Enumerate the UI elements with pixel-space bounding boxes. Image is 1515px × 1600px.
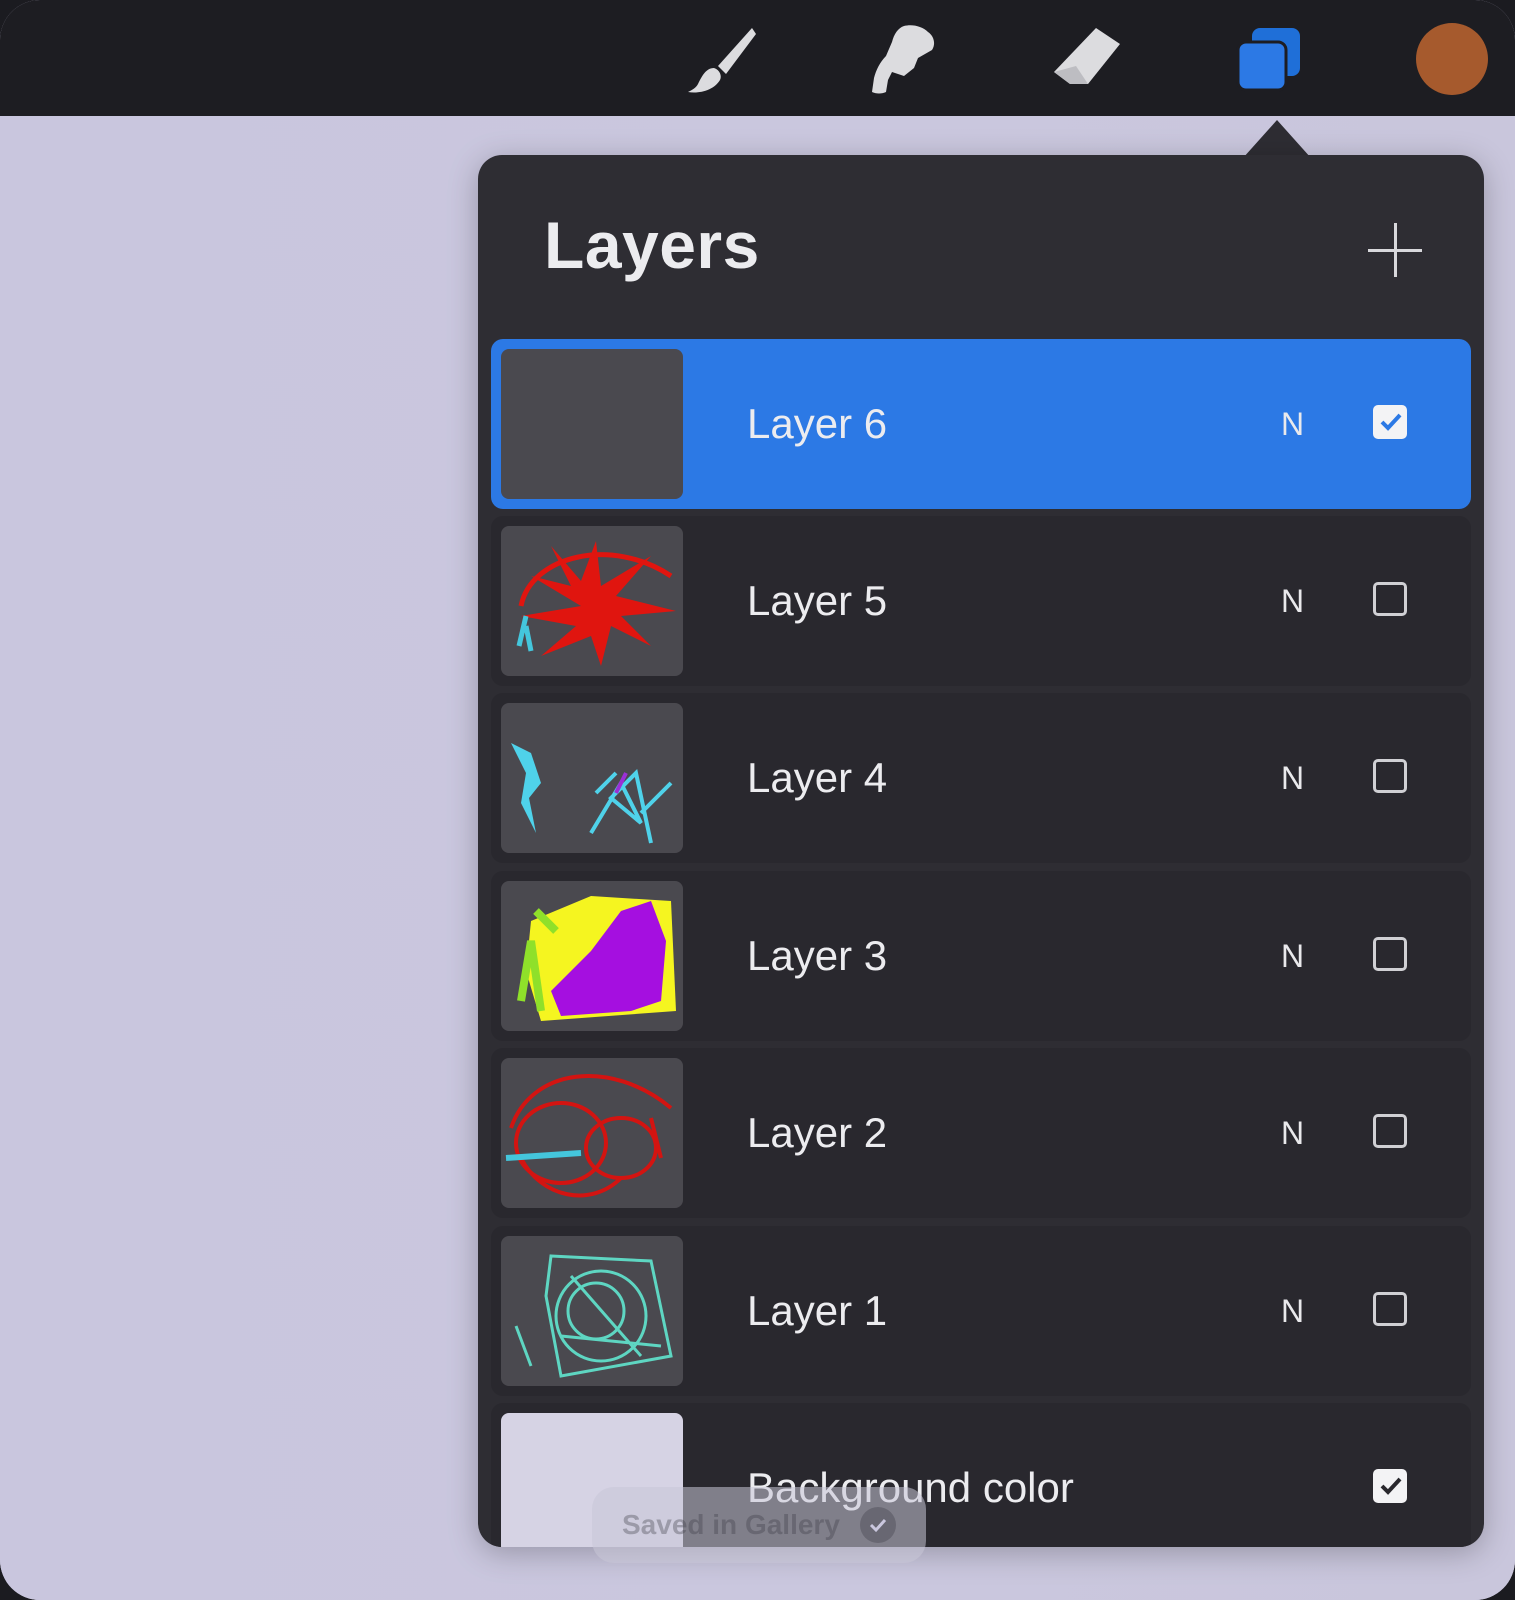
procreate-screen: Layers Layer 6 N Layer 5 N Layer 4 N Lay…	[0, 0, 1515, 1600]
layer-thumbnail	[501, 703, 683, 853]
layer-thumbnail	[501, 1058, 683, 1208]
eraser-icon	[1054, 28, 1120, 84]
layer-name: Layer 5	[747, 577, 888, 624]
layer-row-1[interactable]: Layer 1 N	[491, 1226, 1471, 1396]
layer-name: Layer 3	[747, 932, 888, 979]
background-visibility-checkbox[interactable]	[1373, 1469, 1407, 1503]
layer-thumbnail	[501, 526, 683, 676]
layers-panel: Layers Layer 6 N Layer 5 N Layer 4 N Lay…	[478, 155, 1484, 1547]
layer-row-3[interactable]: Layer 3 N	[491, 871, 1471, 1041]
layer-visibility-checkbox[interactable]	[1373, 937, 1407, 971]
panel-title: Layers	[544, 208, 760, 282]
layers-tool-button[interactable]	[1230, 22, 1306, 98]
blend-mode-button[interactable]: N	[1281, 339, 1304, 509]
layer-name: Layer 4	[747, 754, 888, 801]
cyan-strokes-thumbnail	[511, 743, 673, 844]
add-layer-button[interactable]	[1358, 213, 1432, 287]
brush-tool-button[interactable]	[684, 22, 760, 98]
layer-name: Layer 6	[747, 400, 888, 447]
saved-toast: Saved in Gallery	[592, 1487, 926, 1563]
layer-name: Layer 2	[747, 1109, 888, 1156]
red-loops-thumbnail	[505, 1074, 673, 1198]
layer-thumbnail	[501, 1236, 683, 1386]
layer-visibility-checkbox[interactable]	[1373, 1114, 1407, 1148]
layer-row-4[interactable]: Layer 4 N	[491, 693, 1471, 863]
blend-mode-button[interactable]: N	[1281, 516, 1304, 686]
eraser-tool-button[interactable]	[1048, 22, 1124, 98]
layer-visibility-checkbox[interactable]	[1373, 1292, 1407, 1326]
toast-text: Saved in Gallery	[622, 1509, 840, 1540]
popover-arrow	[1243, 120, 1311, 158]
layers-icon	[1236, 28, 1300, 92]
check-circle-icon	[859, 1507, 896, 1543]
top-toolbar	[0, 0, 1515, 116]
blend-mode-button[interactable]: N	[1281, 693, 1304, 863]
layer-row-5[interactable]: Layer 5 N	[491, 516, 1471, 686]
layer-thumbnail	[501, 881, 683, 1031]
layer-thumbnail	[501, 349, 683, 499]
smudge-icon	[872, 25, 935, 94]
layer-row-2[interactable]: Layer 2 N	[491, 1048, 1471, 1218]
red-scribble-thumbnail	[516, 541, 676, 666]
layer-name: Layer 1	[747, 1287, 888, 1334]
layer-visibility-checkbox[interactable]	[1373, 759, 1407, 793]
blend-mode-button[interactable]: N	[1281, 871, 1304, 1041]
checkmark-icon	[1380, 413, 1402, 431]
brush-icon	[688, 28, 756, 93]
yellow-purple-thumbnail	[517, 896, 676, 1021]
layer-row-6[interactable]: Layer 6 N	[491, 339, 1471, 509]
layer-visibility-checkbox[interactable]	[1373, 405, 1407, 439]
layer-visibility-checkbox[interactable]	[1373, 582, 1407, 616]
smudge-tool-button[interactable]	[864, 22, 940, 98]
color-picker-swatch[interactable]	[1416, 23, 1488, 95]
checkmark-icon	[1380, 1477, 1402, 1495]
blend-mode-button[interactable]: N	[1281, 1048, 1304, 1218]
blend-mode-button[interactable]: N	[1281, 1226, 1304, 1396]
teal-scribble-thumbnail	[514, 1254, 673, 1378]
